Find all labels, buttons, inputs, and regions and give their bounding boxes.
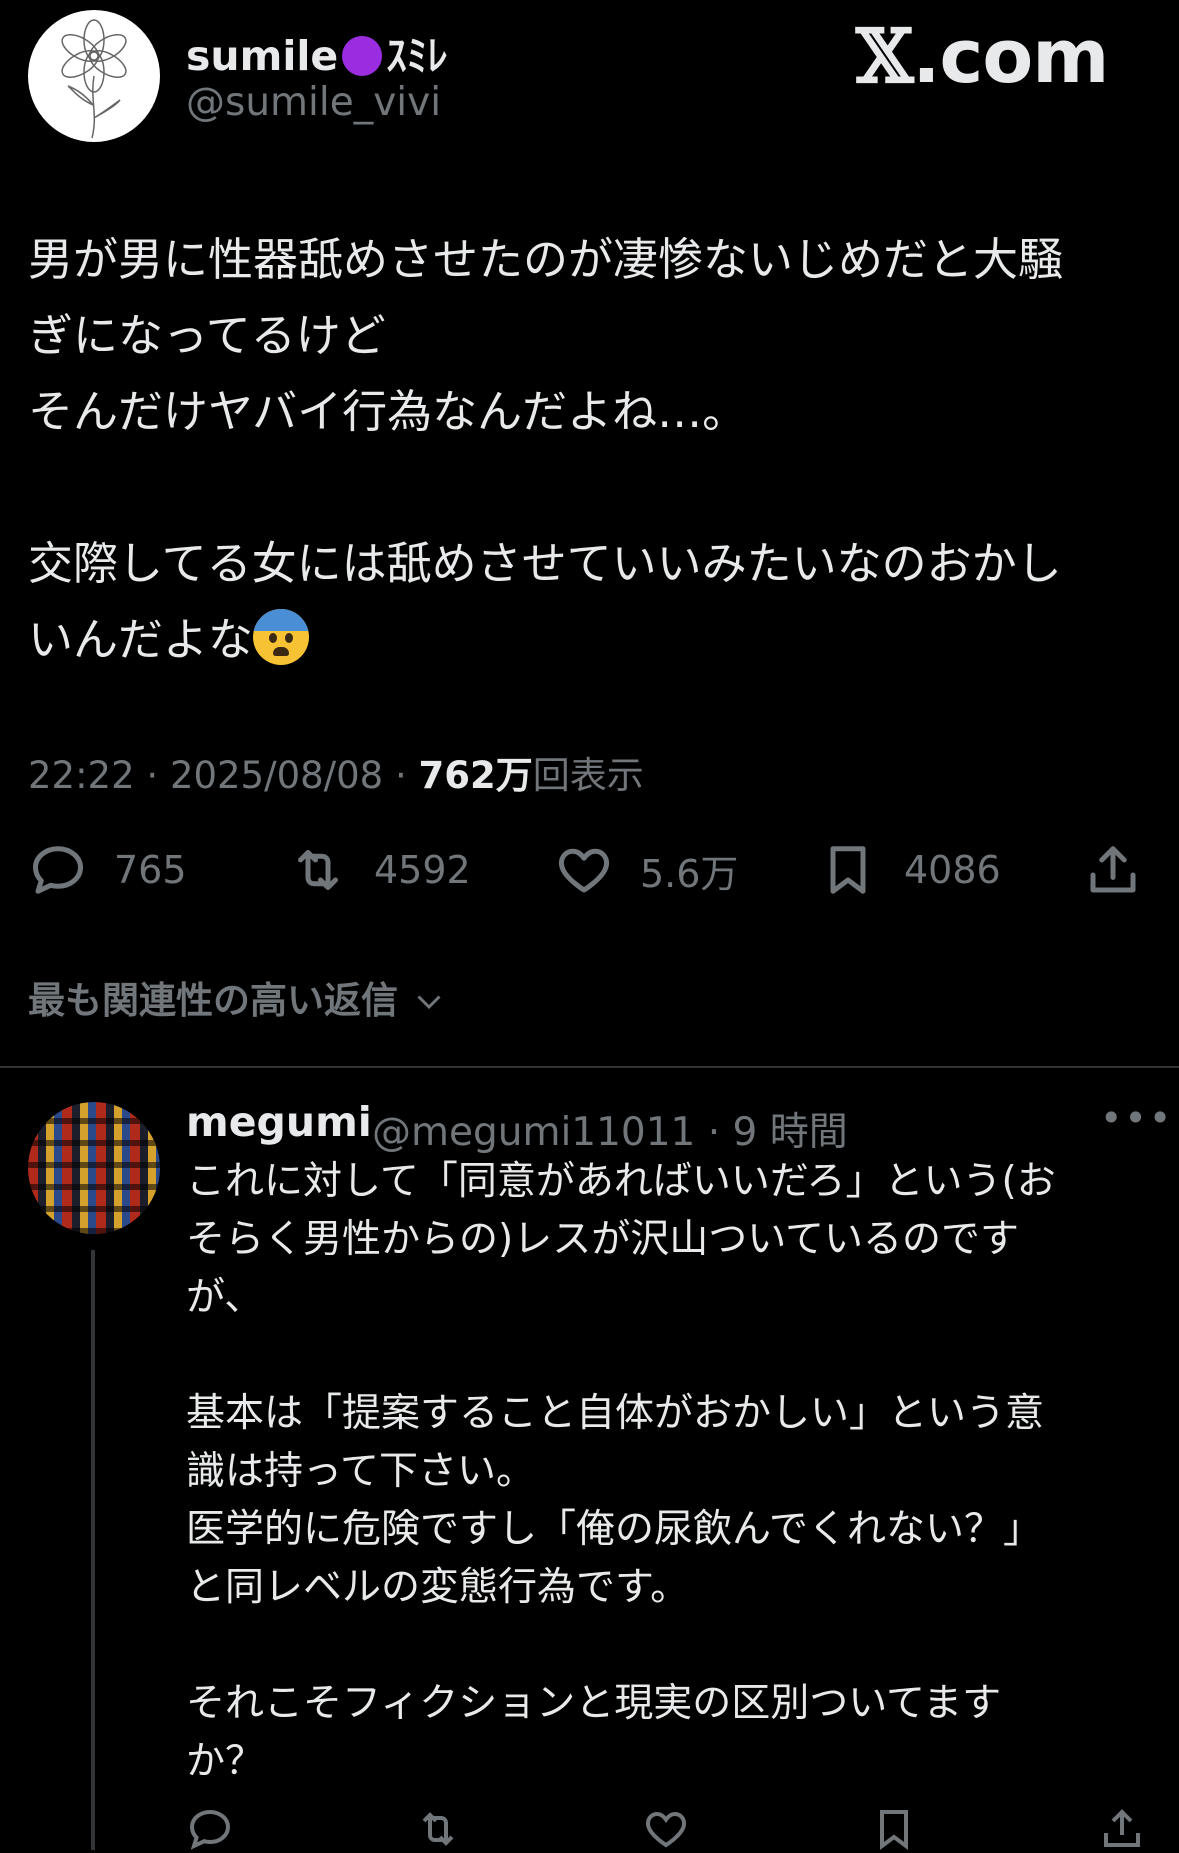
share-icon[interactable] (1098, 1805, 1146, 1853)
fearful-face-icon (253, 609, 310, 665)
comment-icon[interactable] (186, 1805, 234, 1853)
x-com-watermark: 𝕏.com (856, 14, 1109, 100)
tweet-text-body: 男が男に性器舐めさせたのが凄惨ないじめだと大騒 ぎになってるけど そんだけヤバイ… (28, 233, 1064, 666)
share-button[interactable] (1083, 840, 1143, 900)
tweet-time[interactable]: 22:22 (28, 754, 135, 797)
chevron-down-icon (417, 995, 441, 1010)
repost-icon (298, 850, 338, 890)
x-logo-icon: 𝕏 (856, 14, 913, 100)
like-button[interactable]: 5.6万 (554, 840, 738, 900)
reply-handle-time[interactable]: @megumi11011 · 9 時間 (372, 1101, 848, 1157)
flower-illustration-icon (61, 19, 127, 139)
heart-icon[interactable] (642, 1805, 690, 1853)
reply-avatar[interactable] (28, 1102, 160, 1234)
more-options-icon[interactable]: ••• (1100, 1096, 1173, 1140)
tweet-text: 男が男に性器舐めさせたのが凄惨ないじめだと大騒 ぎになってるけど そんだけヤバイ… (28, 222, 1158, 678)
view-count-label: 回表示 (532, 754, 644, 797)
reply-display-name[interactable]: megumi (186, 1098, 372, 1146)
purple-circle-icon (342, 36, 383, 76)
reply-sort-label: 最も関連性の高い返信 (28, 979, 398, 1022)
bookmark-icon[interactable] (870, 1805, 918, 1853)
reply-text: これに対して「同意があればいいだろ」という(お そらく男性からの)レスが沢山つい… (186, 1159, 1056, 1784)
repost-button[interactable]: 4592 (288, 840, 471, 900)
divider (0, 1066, 1179, 1068)
reply-count: 765 (114, 848, 187, 892)
display-name[interactable]: sumile ｽﾐﾚ (186, 22, 448, 82)
thread-line (91, 1250, 95, 1850)
display-name-suffix: ｽﾐﾚ (386, 32, 448, 80)
reply-button[interactable]: 765 (28, 840, 187, 900)
avatar[interactable] (28, 10, 160, 142)
heart-icon (558, 848, 610, 893)
watermark-domain: .com (912, 14, 1109, 100)
comment-icon (33, 846, 83, 894)
reply-actions-bar (186, 1805, 1146, 1853)
like-count: 5.6万 (640, 851, 739, 896)
repost-count: 4592 (374, 848, 471, 892)
bookmark-icon (830, 846, 866, 894)
repost-icon[interactable] (414, 1805, 462, 1853)
tweet-date[interactable]: 2025/08/08 (170, 754, 383, 797)
reply-sort-dropdown[interactable]: 最も関連性の高い返信 (28, 970, 447, 1024)
user-handle[interactable]: @sumile_vivi (186, 80, 441, 125)
share-icon (1090, 846, 1136, 893)
bookmark-button[interactable]: 4086 (818, 840, 1001, 900)
tweet-meta: 22:22 · 2025/08/08 · 762万回表示 (28, 754, 644, 797)
view-count: 762万 (418, 754, 533, 797)
bookmark-count: 4086 (904, 848, 1001, 892)
display-name-text: sumile (186, 32, 339, 80)
